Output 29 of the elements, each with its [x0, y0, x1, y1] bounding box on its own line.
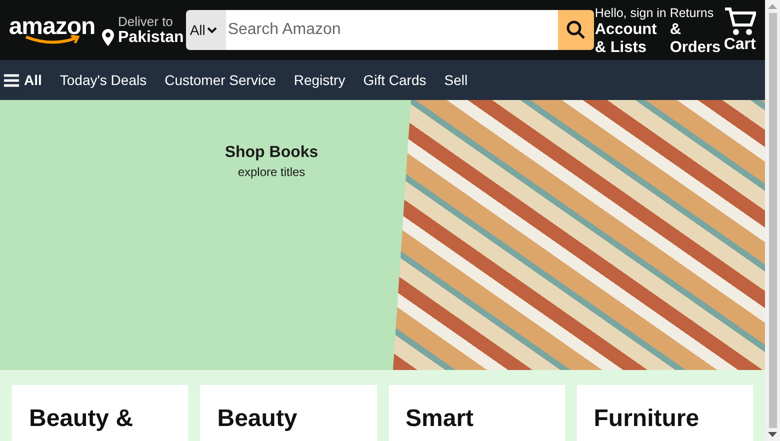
hero-subtitle: explore titles: [238, 165, 306, 179]
menu-icon: [4, 74, 19, 86]
search-icon: [566, 20, 586, 40]
nav-link[interactable]: Today's Deals: [60, 72, 147, 88]
hero-title: Shop Books: [224, 144, 318, 162]
search-button[interactable]: [558, 10, 594, 50]
scroll-down-icon[interactable]: [768, 432, 777, 437]
cart-link[interactable]: Cart: [724, 7, 756, 53]
chevron-down-icon: [207, 26, 218, 34]
nav-link[interactable]: Sell: [444, 72, 468, 88]
deliver-location-link[interactable]: Pakistan: [118, 28, 184, 46]
nav-link[interactable]: Registry: [294, 72, 346, 88]
location-pin-icon: [102, 29, 114, 46]
card-title: Smart: [406, 405, 474, 432]
smile-arrow-icon: [24, 35, 80, 45]
search-field[interactable]: Search Amazon: [226, 10, 558, 50]
scroll-up-icon[interactable]: [768, 4, 777, 9]
category-dropdown[interactable]: All: [186, 10, 226, 50]
nav-link[interactable]: Gift Cards: [363, 72, 426, 88]
logo-link[interactable]: amazon: [10, 15, 94, 45]
nav-link[interactable]: Customer Service: [164, 72, 276, 88]
deliver-label: Deliver to: [118, 14, 174, 28]
all-menu-button[interactable]: All: [4, 72, 42, 88]
returns-link[interactable]: Returns & Orders: [670, 6, 724, 57]
card-title: Beauty: [217, 405, 298, 432]
card-title: Beauty &: [29, 405, 134, 432]
card-title: Furniture: [594, 405, 700, 432]
cart-icon: [724, 7, 756, 37]
account-link[interactable]: Hello, sign in Account & Lists: [594, 6, 670, 57]
